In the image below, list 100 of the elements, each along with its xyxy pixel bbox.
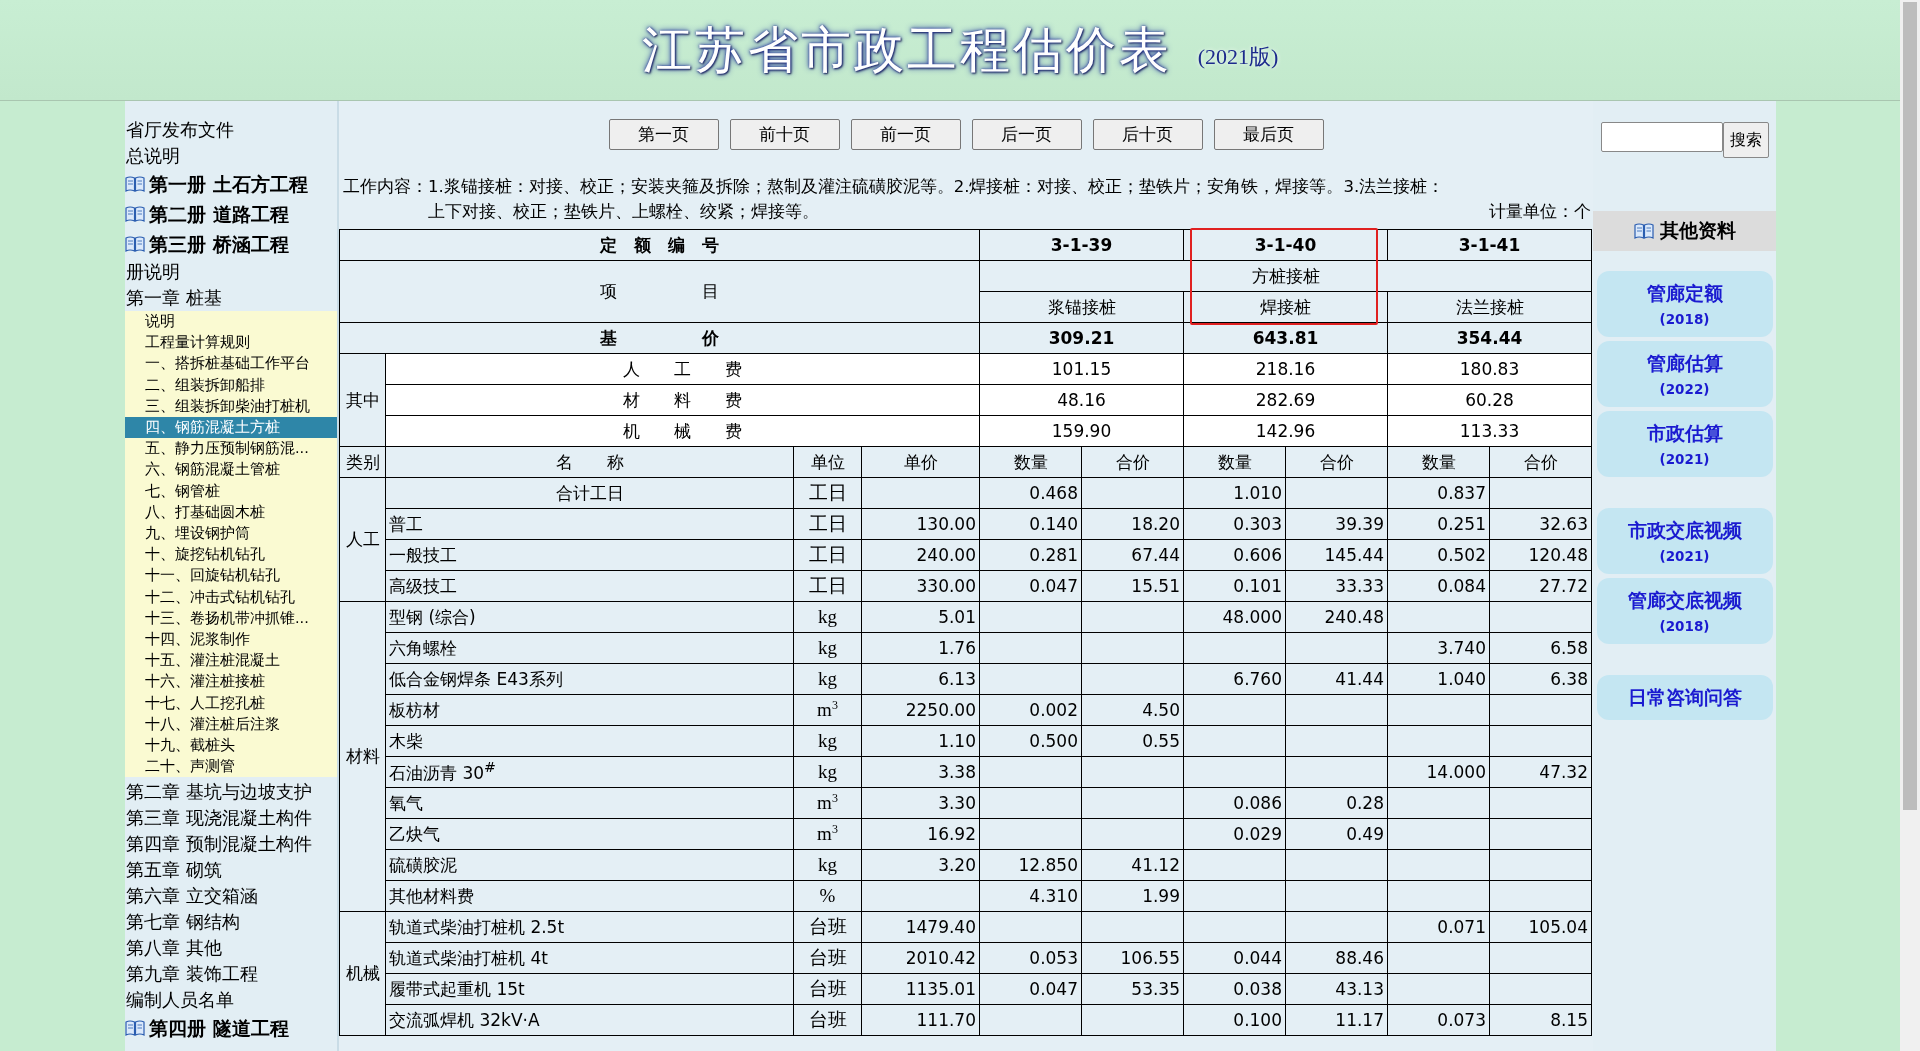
table-cell: 27.72 xyxy=(1489,570,1592,602)
chapter-item[interactable]: 第三章 现浇混凝土构件 xyxy=(125,805,337,832)
table-cell: 其他材料费 xyxy=(385,880,794,912)
table-cell: 人 工 费 xyxy=(385,353,980,385)
chapter-item[interactable]: 第六章 立交箱涵 xyxy=(125,883,337,910)
link-card[interactable]: 管廊估算 (2022) xyxy=(1596,341,1773,407)
table-cell: 0.053 xyxy=(979,942,1082,974)
table-cell: 0.140 xyxy=(979,508,1082,540)
section-item[interactable]: 十五、灌注桩混凝土 xyxy=(125,650,337,672)
chapter-item[interactable]: 第二章 基坑与边坡支护 xyxy=(125,779,337,806)
card-year: (2018) xyxy=(1659,310,1710,329)
book-icon xyxy=(1633,223,1654,239)
table-cell: 218.16 xyxy=(1183,353,1388,385)
volume-label: 第二册 道路工程 xyxy=(149,202,289,227)
nav-link[interactable]: 总说明 xyxy=(125,143,337,169)
nav-link[interactable]: 编制人员名单 xyxy=(125,987,337,1014)
table-cell: 120.48 xyxy=(1489,539,1592,571)
section-item[interactable]: 十四、泥浆制作 xyxy=(125,629,337,651)
table-cell: 履带式起重机 15t xyxy=(385,973,794,1005)
column-header: 3-1-41 xyxy=(1387,229,1592,261)
table-cell: 石油沥青 30$^{#}$ xyxy=(385,756,794,788)
section-item[interactable]: 十一、回旋钻机钻孔 xyxy=(125,565,337,587)
table-cell: m$^{3}$ xyxy=(793,694,862,726)
search-button[interactable]: 搜索 xyxy=(1722,122,1769,158)
table-cell: 60.28 xyxy=(1387,384,1592,416)
section-item[interactable]: 十六、灌注桩接桩 xyxy=(125,671,337,693)
table-cell: 3.740 xyxy=(1387,632,1490,664)
table-cell: 0.084 xyxy=(1387,570,1490,602)
table-cell: % xyxy=(793,880,862,912)
section-item[interactable]: 一、搭拆桩基础工作平台 xyxy=(125,353,337,375)
table-cell: 41.12 xyxy=(1081,849,1184,881)
table-cell: 1.99 xyxy=(1081,880,1184,912)
table-cell: m$^{3}$ xyxy=(793,787,862,819)
link-card[interactable]: 管廊定额 (2018) xyxy=(1596,271,1773,337)
volume-item[interactable]: 第四册 隧道工程 xyxy=(125,1013,337,1044)
volume-item[interactable]: 第二册 道路工程 xyxy=(125,199,337,229)
column-header: 类别 xyxy=(339,446,386,478)
table-cell: 101.15 xyxy=(979,353,1184,385)
table-cell: 0.500 xyxy=(979,725,1082,757)
page-button[interactable]: 后十页 xyxy=(1092,119,1203,150)
page-button[interactable]: 前十页 xyxy=(729,119,840,150)
section-item[interactable]: 八、打基础圆木桩 xyxy=(125,501,337,524)
section-item[interactable]: 五、静力压预制钢筋混... xyxy=(125,438,337,460)
page-button[interactable]: 前一页 xyxy=(850,119,961,150)
section-item[interactable]: 工程量计算规则 xyxy=(125,332,337,354)
table-cell: 0.468 xyxy=(979,477,1082,509)
table-cell: 0.047 xyxy=(979,570,1082,602)
table-cell: 高级技工 xyxy=(385,570,794,602)
table-cell: kg xyxy=(793,756,862,788)
column-header: 数量 xyxy=(1387,446,1490,478)
section-item[interactable]: 二十、声测管 xyxy=(125,756,337,778)
table-cell: 工日 xyxy=(793,570,862,602)
column-header: 法兰接桩 xyxy=(1387,291,1592,323)
section-item[interactable]: 九、埋设钢护筒 xyxy=(125,523,337,545)
chapter-item[interactable]: 第七章 钢结构 xyxy=(125,909,337,936)
section-item[interactable]: 六、钢筋混凝土管桩 xyxy=(125,459,337,481)
link-card[interactable]: 市政估算 (2021) xyxy=(1596,411,1773,477)
table-cell: 0.281 xyxy=(979,539,1082,571)
volume-item[interactable]: 第三册 桥涵工程 xyxy=(125,229,337,259)
table-cell: 硫磺胶泥 xyxy=(385,849,794,881)
link-card[interactable]: 市政交底视频 (2021) xyxy=(1596,508,1773,574)
table-cell: 39.39 xyxy=(1285,508,1388,540)
table-cell: 0.073 xyxy=(1387,1004,1490,1036)
table-cell: 轨道式柴油打桩机 4t xyxy=(385,942,794,974)
section-item[interactable]: 十九、截桩头 xyxy=(125,735,337,757)
search-field[interactable] xyxy=(1600,122,1723,152)
section-item[interactable]: 二、组装拆卸船排 xyxy=(125,374,337,396)
table-cell: 11.17 xyxy=(1285,1004,1388,1036)
link-card[interactable]: 日常咨询问答 xyxy=(1596,675,1773,720)
section-item[interactable]: 十、旋挖钻机钻孔 xyxy=(125,544,337,566)
chapter-item[interactable]: 第四章 预制混凝土构件 xyxy=(125,831,337,858)
table-cell: 氧气 xyxy=(385,787,794,819)
scroll-thumb[interactable] xyxy=(1903,2,1917,810)
section-item[interactable]: 十八、灌注桩后注浆 xyxy=(125,713,337,736)
volume-item[interactable]: 第一册 土石方工程 xyxy=(125,169,337,199)
chapter-item[interactable]: 第一章 桩基 xyxy=(125,285,337,311)
chapter-item[interactable]: 第五章 砌筑 xyxy=(125,857,337,884)
chapter-item[interactable]: 第九章 装饰工程 xyxy=(125,961,337,988)
table-cell: 282.69 xyxy=(1183,384,1388,416)
table-cell: 工日 xyxy=(793,539,862,571)
table-cell: 材 料 费 xyxy=(385,384,980,416)
page-button[interactable]: 第一页 xyxy=(608,119,719,150)
nav-link[interactable]: 册说明 xyxy=(125,259,337,285)
section-item[interactable]: 十二、冲击式钻机钻孔 xyxy=(125,586,337,608)
table-cell: 轨道式柴油打桩机 2.5t xyxy=(385,911,794,943)
section-item[interactable]: 说明 xyxy=(125,311,337,333)
section-item[interactable]: 七、钢管桩 xyxy=(125,480,337,502)
section-item[interactable]: 四、钢筋混凝土方桩 xyxy=(125,417,337,439)
section-item[interactable]: 十三、卷扬机带冲抓锥... xyxy=(125,607,337,630)
page-button[interactable]: 最后页 xyxy=(1213,119,1324,150)
scrollbar[interactable] xyxy=(1900,0,1920,1051)
section-item[interactable]: 十七、人工挖孔桩 xyxy=(125,692,337,714)
chapter-item[interactable]: 第八章 其他 xyxy=(125,935,337,962)
nav-link[interactable]: 省厅发布文件 xyxy=(125,117,337,143)
table-cell: 台班 xyxy=(793,911,862,943)
section-item[interactable]: 三、组装拆卸柴油打桩机 xyxy=(125,395,337,417)
page-button[interactable]: 后一页 xyxy=(971,119,1082,150)
table-cell: 板枋材 xyxy=(385,694,794,726)
table-cell: 1.010 xyxy=(1183,477,1286,509)
link-card[interactable]: 管廊交底视频 (2018) xyxy=(1596,578,1773,644)
